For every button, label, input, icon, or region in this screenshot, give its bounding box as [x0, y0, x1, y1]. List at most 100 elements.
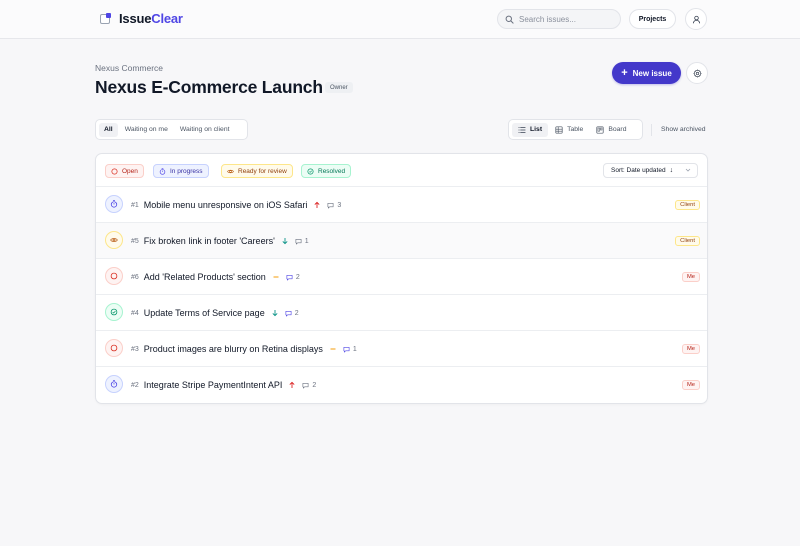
comment-count-value: 2 [312, 381, 317, 389]
timer-icon [110, 380, 118, 388]
issue-row[interactable]: #2 Integrate Stripe PaymentIntent API 2 … [96, 367, 707, 403]
comment-count-value: 3 [337, 201, 342, 209]
divider [651, 124, 652, 136]
waiting-on-badge: Client [675, 236, 700, 246]
app-logo[interactable]: IssueClear [99, 11, 183, 26]
table-icon [555, 125, 563, 134]
in-progress-status-icon [105, 375, 123, 393]
status-filter-ready-for-review[interactable]: Ready for review [221, 164, 293, 178]
issue-row[interactable]: #5 Fix broken link in footer 'Careers' 1… [96, 223, 707, 259]
issue-number: #3 [131, 345, 139, 353]
issue-list: #1 Mobile menu unresponsive on iOS Safar… [96, 187, 707, 403]
comment-count: 2 [302, 382, 316, 389]
check-circle-icon [307, 167, 314, 175]
gear-icon [692, 68, 702, 78]
role-badge: Owner [325, 82, 353, 93]
issue-number: #5 [131, 237, 139, 245]
comment-icon [285, 310, 292, 316]
comment-icon [343, 346, 350, 352]
priority-low-icon [281, 237, 289, 245]
issue-row[interactable]: #1 Mobile menu unresponsive on iOS Safar… [96, 187, 707, 223]
comment-count: 3 [327, 202, 341, 209]
comment-count-value: 2 [294, 309, 299, 317]
issue-filter-tabs: All Waiting on me Waiting on client [95, 119, 248, 140]
chevron-down-icon [685, 168, 691, 172]
comment-count-value: 2 [295, 273, 300, 281]
priority-high-icon [288, 381, 296, 389]
status-filter-resolved[interactable]: Resolved [301, 164, 352, 178]
issue-row[interactable]: #3 Product images are blurry on Retina d… [96, 331, 707, 367]
resolved-status-icon [105, 303, 123, 321]
comment-icon [327, 202, 334, 208]
in-progress-status-icon [105, 195, 123, 213]
view-list-label: List [530, 126, 543, 133]
priority-high-icon [313, 201, 321, 209]
search-input[interactable] [519, 14, 614, 24]
check-circle-icon [110, 308, 118, 316]
view-table-label: Table [567, 126, 584, 133]
waiting-on-badge: Me [681, 272, 700, 282]
comment-count-value: 1 [304, 237, 309, 245]
view-board[interactable]: Board [590, 123, 632, 137]
status-filter-open-label: Open [122, 167, 138, 175]
logo-icon [99, 12, 112, 25]
settings-button[interactable] [686, 62, 708, 84]
search-box[interactable] [497, 9, 621, 29]
status-filter-ready-for-review-label: Ready for review [238, 167, 287, 175]
view-list[interactable]: List [512, 122, 549, 137]
status-filter-bar: Open In progress Ready for review Resolv… [96, 154, 707, 187]
new-issue-button[interactable]: + New issue [612, 62, 681, 84]
view-table[interactable]: Table [549, 123, 589, 137]
comment-count: 1 [343, 346, 357, 353]
plus-icon: + [621, 66, 628, 79]
projects-button[interactable]: Projects [629, 9, 676, 29]
priority-medium-icon [272, 273, 280, 281]
status-filter-resolved-label: Resolved [318, 167, 346, 175]
issue-title[interactable]: Fix broken link in footer 'Careers' [144, 236, 275, 246]
comment-icon [286, 274, 293, 280]
issue-title[interactable]: Product images are blurry on Retina disp… [144, 344, 323, 354]
issue-title[interactable]: Update Terms of Service page [144, 308, 265, 318]
search-icon [505, 15, 514, 24]
open-status-icon [105, 267, 123, 285]
priority-low-icon [271, 309, 279, 317]
open-circle-icon [110, 272, 118, 280]
app-name-part1: Issue [119, 11, 152, 26]
open-status-icon [105, 339, 123, 357]
comment-count: 1 [295, 238, 309, 245]
issues-card: Open In progress Ready for review Resolv… [95, 153, 708, 404]
sort-dropdown[interactable]: Sort: Date updated ↓ [603, 163, 698, 178]
comment-count: 2 [286, 274, 300, 281]
timer-icon [110, 200, 118, 208]
issue-title[interactable]: Integrate Stripe PaymentIntent API [144, 380, 283, 390]
user-menu-button[interactable] [685, 8, 707, 30]
issue-row[interactable]: #4 Update Terms of Service page 2 [96, 295, 707, 331]
waiting-on-badge: Me [681, 380, 700, 390]
comment-count: 2 [285, 310, 299, 317]
app-name: IssueClear [119, 11, 183, 26]
waiting-on-badge: Me [681, 344, 700, 354]
user-icon [692, 15, 700, 23]
status-filter-open[interactable]: Open [105, 164, 144, 178]
issue-number: #6 [131, 273, 139, 281]
show-archived-toggle[interactable]: Show archived [661, 126, 706, 133]
comment-icon [302, 382, 309, 388]
issue-title[interactable]: Add 'Related Products' section [144, 272, 266, 282]
issue-number: #2 [131, 381, 139, 389]
list-icon [518, 126, 526, 133]
open-circle-icon [111, 167, 118, 175]
issue-title[interactable]: Mobile menu unresponsive on iOS Safari [144, 200, 308, 210]
status-filter-in-progress[interactable]: In progress [153, 164, 209, 178]
timer-icon [159, 167, 166, 175]
status-filter-in-progress-label: In progress [170, 167, 203, 175]
board-icon [596, 125, 604, 134]
issue-number: #1 [131, 201, 139, 209]
page-title: Nexus E-Commerce Launch [95, 77, 323, 97]
issue-row[interactable]: #6 Add 'Related Products' section 2 Me [96, 259, 707, 295]
tab-waiting-on-client[interactable]: Waiting on client [175, 123, 235, 137]
breadcrumb[interactable]: Nexus Commerce [95, 63, 163, 73]
waiting-on-badge: Client [675, 200, 700, 210]
tab-waiting-on-me[interactable]: Waiting on me [120, 123, 173, 137]
tab-all[interactable]: All [99, 122, 118, 137]
sort-label: Sort: Date updated [611, 167, 666, 174]
